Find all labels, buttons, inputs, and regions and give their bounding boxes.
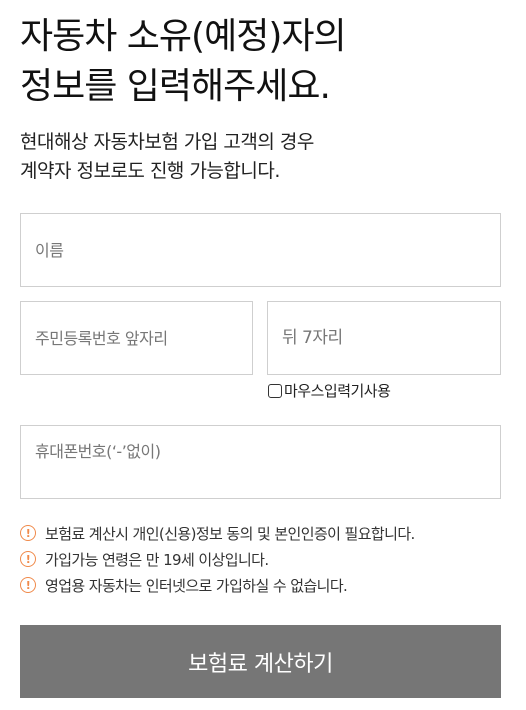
page-subtitle: 현대해상 자동차보험 가입 고객의 경우 계약자 정보로도 진행 가능합니다. bbox=[20, 128, 314, 186]
warning-circle-icon: ! bbox=[20, 551, 36, 567]
calculate-premium-button[interactable]: 보험료 계산하기 bbox=[20, 625, 501, 698]
notice-item: ! 가입가능 연령은 만 19세 이상입니다. bbox=[20, 546, 415, 572]
notice-list: ! 보험료 계산시 개인(신용)정보 동의 및 본인인증이 필요합니다. ! 가… bbox=[20, 520, 415, 598]
notice-text: 가입가능 연령은 만 19세 이상입니다. bbox=[45, 550, 269, 569]
page-title: 자동차 소유(예정)자의 정보를 입력해주세요. bbox=[20, 12, 347, 112]
warning-circle-icon: ! bbox=[20, 577, 36, 593]
notice-item: ! 영업용 자동차는 인터넷으로 가입하실 수 없습니다. bbox=[20, 572, 415, 598]
page-title-line1: 자동차 소유(예정)자의 bbox=[20, 16, 347, 57]
notice-item: ! 보험료 계산시 개인(신용)정보 동의 및 본인인증이 필요합니다. bbox=[20, 520, 415, 546]
mouse-input-toggle[interactable]: 마우스입력기사용 bbox=[268, 380, 391, 401]
notice-text: 영업용 자동차는 인터넷으로 가입하실 수 없습니다. bbox=[45, 576, 348, 595]
mouse-input-checkbox[interactable] bbox=[268, 383, 282, 398]
rrn-back-input[interactable] bbox=[267, 301, 501, 375]
phone-input[interactable] bbox=[20, 425, 501, 499]
notice-text: 보험료 계산시 개인(신용)정보 동의 및 본인인증이 필요합니다. bbox=[45, 524, 415, 543]
page-subtitle-line1: 현대해상 자동차보험 가입 고객의 경우 bbox=[20, 131, 314, 153]
mouse-input-label: 마우스입력기사용 bbox=[284, 382, 391, 400]
name-input[interactable] bbox=[20, 213, 501, 287]
page-subtitle-line2: 계약자 정보로도 진행 가능합니다. bbox=[20, 160, 280, 182]
rrn-front-input[interactable] bbox=[20, 301, 253, 375]
page-title-line2: 정보를 입력해주세요. bbox=[20, 66, 331, 107]
warning-circle-icon: ! bbox=[20, 525, 36, 541]
